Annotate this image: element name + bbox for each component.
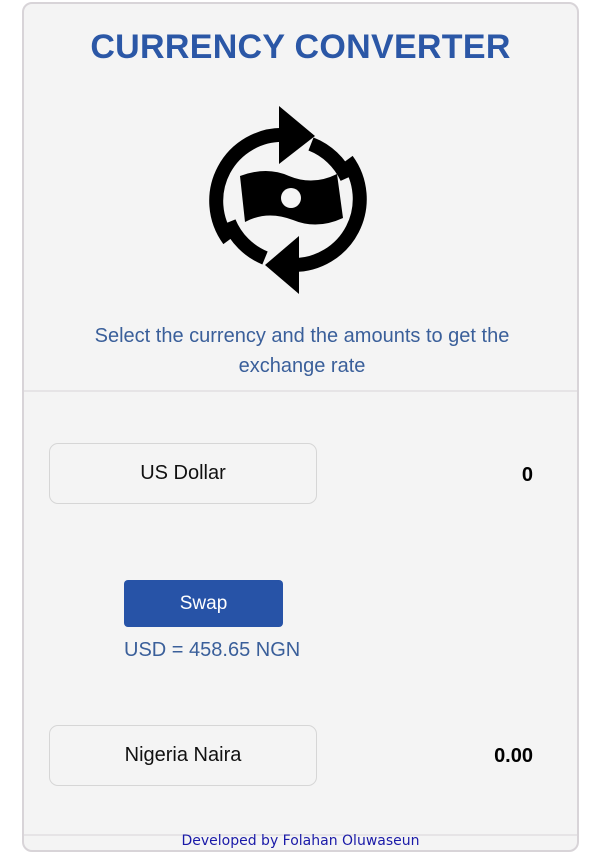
converter-card: CURRENCY CONVERTER Select the currency a… xyxy=(22,2,579,852)
section-divider xyxy=(24,390,577,392)
exchange-rate-text: USD = 458.65 NGN xyxy=(124,639,301,661)
to-currency-select[interactable]: Nigeria Naira xyxy=(49,725,317,786)
instructions-text: Select the currency and the amounts to g… xyxy=(94,325,510,377)
swap-button[interactable]: Swap xyxy=(124,580,283,627)
to-amount: 0.00 xyxy=(494,745,533,767)
from-amount[interactable]: 0 xyxy=(383,464,533,487)
from-currency-select[interactable]: US Dollar xyxy=(49,443,317,504)
page-title: CURRENCY CONVERTER xyxy=(90,28,511,66)
currency-exchange-icon xyxy=(209,106,367,294)
developer-credit-link[interactable]: Developed by Folahan Oluwaseun xyxy=(24,833,577,849)
